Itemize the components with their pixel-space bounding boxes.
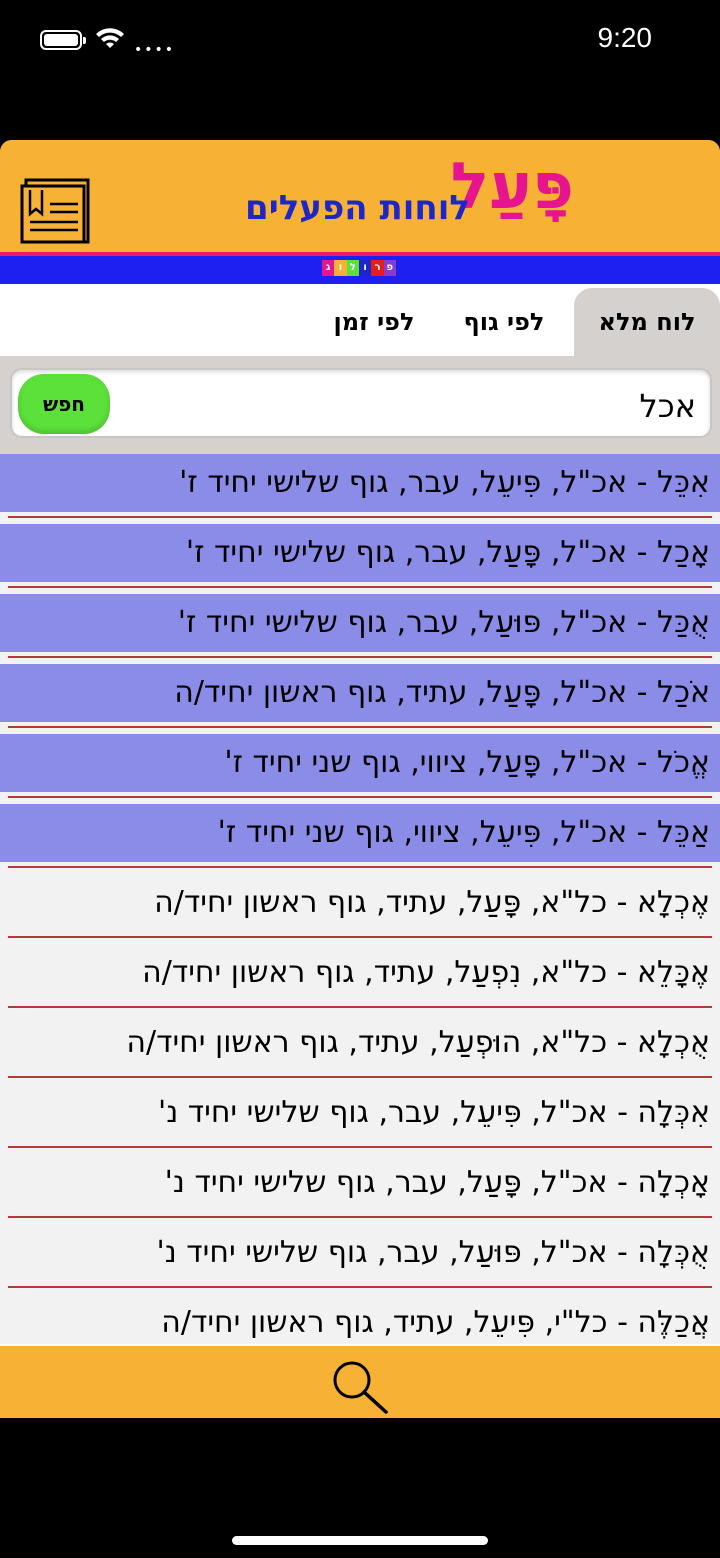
header-stripe-accent <box>0 252 720 256</box>
wifi-icon <box>96 28 124 48</box>
book-icon[interactable] <box>20 178 90 244</box>
search-icon[interactable] <box>328 1358 392 1414</box>
result-row[interactable]: אֻכַּל - אכ"ל, פּוּעַל, עבר, גוף שלישי י… <box>0 594 720 652</box>
result-row[interactable]: אֻכְּלָה - אכ"ל, פּוּעַל, עבר, גוף שלישי… <box>0 1224 720 1282</box>
row-divider <box>8 1216 712 1218</box>
search-button[interactable]: חפש <box>18 374 110 434</box>
search-input[interactable] <box>174 380 698 432</box>
row-divider <box>8 586 712 588</box>
tab-by-tense[interactable]: לפי זמן <box>314 288 434 356</box>
badge-letter: ר <box>371 260 384 276</box>
result-row[interactable]: אָכַל - אכ"ל, פָּעַל, עבר, גוף שלישי יחי… <box>0 524 720 582</box>
result-row[interactable]: אַכֵּל - אכ"ל, פִּיעֵל, ציווי, גוף שני י… <box>0 804 720 862</box>
app-window: פָּעַל לוחות הפעלים גולורפ לוח מלא לפי ג… <box>0 140 720 1418</box>
result-row[interactable]: אֶכָּלֵא - כל"א, נִפְעַל, עתיד, גוף ראשו… <box>0 944 720 1002</box>
badge-letter: ו <box>334 260 347 276</box>
prolog-badge: גולורפ <box>322 260 396 276</box>
badge-letter: ו <box>358 260 372 276</box>
tab-full-table[interactable]: לוח מלא <box>574 288 720 356</box>
cellular-signal-icon: •••• <box>134 42 176 58</box>
row-divider <box>8 1286 712 1288</box>
row-divider <box>8 1146 712 1148</box>
home-indicator[interactable] <box>232 1536 488 1545</box>
result-row[interactable]: אִכֵּל - אכ"ל, פִּיעֵל, עבר, גוף שלישי י… <box>0 454 720 512</box>
badge-letter: ל <box>346 260 359 276</box>
result-row[interactable]: אֹכַל - אכ"ל, פָּעַל, עתיד, גוף ראשון יח… <box>0 664 720 722</box>
row-divider <box>8 796 712 798</box>
tab-bar: לוח מלא לפי גוף לפי זמן <box>0 284 720 356</box>
result-row[interactable]: אָכְלָה - אכ"ל, פָּעַל, עבר, גוף שלישי י… <box>0 1154 720 1212</box>
row-divider <box>8 726 712 728</box>
row-divider <box>8 516 712 518</box>
status-bar: •••• 9:20 <box>0 0 720 80</box>
results-list[interactable]: אִכֵּל - אכ"ל, פִּיעֵל, עבר, גוף שלישי י… <box>0 454 720 1344</box>
row-divider <box>8 656 712 658</box>
result-row[interactable]: אֲכַלֶּה - כל"י, פִּיעֵל, עתיד, גוף ראשו… <box>0 1294 720 1344</box>
result-row[interactable]: אִכְּלָה - אכ"ל, פִּיעֵל, עבר, גוף שלישי… <box>0 1084 720 1142</box>
row-divider <box>8 1076 712 1078</box>
status-time: 9:20 <box>597 22 653 53</box>
result-row[interactable]: אֶכְלָא - כל"א, פָּעַל, עתיד, גוף ראשון … <box>0 874 720 932</box>
header: פָּעַל לוחות הפעלים <box>0 140 720 252</box>
logo-subtitle: לוחות הפעלים <box>245 188 470 228</box>
search-row: חפש <box>0 356 720 454</box>
result-row[interactable]: אֱכֹל - אכ"ל, פָּעַל, ציווי, גוף שני יחי… <box>0 734 720 792</box>
tab-by-person[interactable]: לפי גוף <box>444 288 564 356</box>
search-box: חפש <box>10 368 712 438</box>
badge-letter: ג <box>322 260 335 276</box>
battery-icon <box>40 30 86 50</box>
app-logo: פָּעַל לוחות הפעלים <box>220 148 600 248</box>
result-row[interactable]: אֻכְלָא - כל"א, הוּפְעַל, עתיד, גוף ראשו… <box>0 1014 720 1072</box>
row-divider <box>8 1006 712 1008</box>
row-divider <box>8 936 712 938</box>
bottom-bar <box>0 1346 720 1418</box>
badge-letter: פ <box>383 260 396 276</box>
row-divider <box>8 866 712 868</box>
